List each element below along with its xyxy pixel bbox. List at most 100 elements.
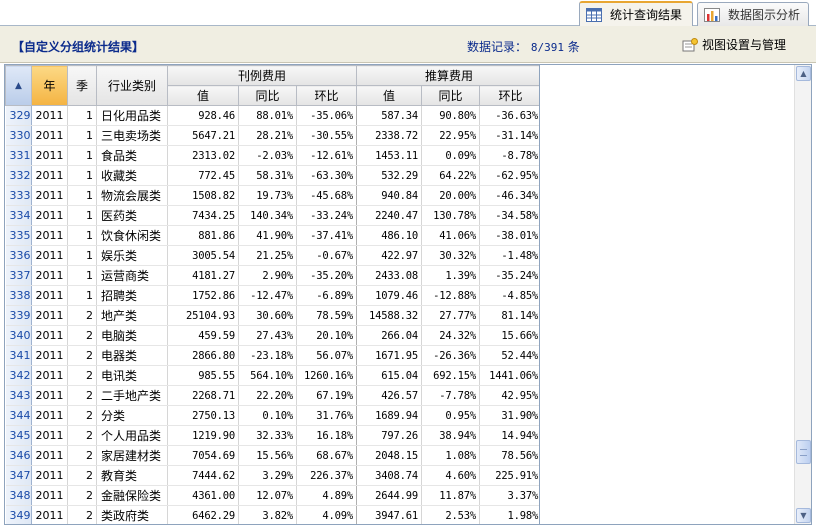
cell-listed-yoy: -12.47% — [238, 285, 297, 306]
row-number[interactable]: 341 — [5, 345, 32, 366]
cell-year: 2011 — [31, 125, 68, 146]
table-row[interactable]: 330 2011 1 三电卖场类 5647.21 28.21% -30.55% 2338.72… — [5, 125, 539, 146]
scroll-up-button[interactable]: ▲ — [796, 66, 811, 81]
cell-listed-mom: 4.89% — [296, 485, 358, 506]
vertical-scrollbar[interactable]: ▲ ▼ — [794, 65, 811, 524]
row-number[interactable]: 345 — [5, 425, 32, 446]
table-row[interactable]: 334 2011 1 医药类 7434.25 140.34% -33.24% 2240.47 1… — [5, 205, 539, 226]
row-number[interactable]: 338 — [5, 285, 32, 306]
result-header: 【自定义分组统计结果】 数据记录： 8/391 条 视图设置与管理 — [0, 26, 816, 63]
table-row[interactable]: 347 2011 2 教育类 7444.62 3.29% 226.37% 3408.74 4.6… — [5, 465, 539, 486]
table-row[interactable]: 331 2011 1 食品类 2313.02 -2.03% -12.61% 1453.11 0.… — [5, 145, 539, 166]
row-number[interactable]: 337 — [5, 265, 32, 286]
cell-category: 金融保险类 — [96, 485, 168, 506]
table-row[interactable]: 332 2011 1 收藏类 772.45 58.31% -63.30% 532.29 64.2… — [5, 165, 539, 186]
cell-estimated-yoy: 692.15% — [421, 365, 481, 386]
row-number[interactable]: 335 — [5, 225, 32, 246]
table-row[interactable]: 343 2011 2 二手地产类 2268.71 22.20% 67.19% 426.57 -7… — [5, 385, 539, 406]
cell-estimated-yoy: 0.09% — [421, 145, 481, 166]
cell-estimated-value: 587.34 — [356, 105, 423, 126]
tab-query-results[interactable]: 统计查询结果 — [579, 1, 693, 26]
column-header-yoy[interactable]: 同比 — [421, 85, 481, 106]
record-label: 数据记录： — [467, 40, 528, 54]
view-settings-button[interactable]: 视图设置与管理 — [682, 36, 786, 53]
column-header-value[interactable]: 值 — [356, 85, 423, 106]
column-header-category[interactable]: 行业类别 — [96, 65, 168, 106]
cell-year: 2011 — [31, 205, 68, 226]
row-number-header[interactable]: ▲ — [5, 65, 32, 106]
table-row[interactable]: 335 2011 1 饮食休闲类 881.86 41.90% -37.41% 486.10 41… — [5, 225, 539, 246]
row-number[interactable]: 347 — [5, 465, 32, 486]
table-row[interactable]: 342 2011 2 电讯类 985.55 564.10% 1260.16% 615.04 69… — [5, 365, 539, 386]
cell-estimated-value: 2644.99 — [356, 485, 423, 506]
cell-estimated-value: 266.04 — [356, 325, 423, 346]
row-number[interactable]: 334 — [5, 205, 32, 226]
column-header-yoy[interactable]: 同比 — [238, 85, 297, 106]
table-row[interactable]: 336 2011 1 娱乐类 3005.54 21.25% -0.67% 422.97 30.3… — [5, 245, 539, 266]
column-header-mom[interactable]: 环比 — [295, 85, 358, 106]
column-header-year[interactable]: 年 — [31, 65, 68, 106]
cell-quarter: 1 — [67, 165, 97, 186]
cell-listed-yoy: 15.56% — [238, 445, 297, 466]
row-number[interactable]: 348 — [5, 485, 32, 506]
cell-year: 2011 — [31, 105, 68, 126]
cell-listed-value: 7444.62 — [167, 465, 239, 486]
cell-category: 分类 — [96, 405, 168, 426]
row-number[interactable]: 336 — [5, 245, 32, 266]
scroll-down-button[interactable]: ▼ — [796, 508, 811, 523]
row-number[interactable]: 331 — [5, 145, 32, 166]
row-number[interactable]: 343 — [5, 385, 32, 406]
cell-listed-mom: -37.41% — [296, 225, 358, 246]
column-header-quarter[interactable]: 季 — [67, 65, 97, 106]
row-number[interactable]: 339 — [5, 305, 32, 326]
row-number[interactable]: 344 — [5, 405, 32, 426]
cell-category: 电讯类 — [96, 365, 168, 386]
row-number[interactable]: 342 — [5, 365, 32, 386]
row-number[interactable]: 332 — [5, 165, 32, 186]
table-row[interactable]: 348 2011 2 金融保险类 4361.00 12.07% 4.89% 2644.99 11… — [5, 485, 539, 506]
table-row[interactable]: 341 2011 2 电器类 2866.80 -23.18% 56.07% 1671.95 -2… — [5, 345, 539, 366]
table-row[interactable]: 337 2011 1 运营商类 4181.27 2.90% -35.20% 2433.08 1.… — [5, 265, 539, 286]
cell-listed-value: 1752.86 — [167, 285, 239, 306]
table-row[interactable]: 329 2011 1 日化用品类 928.46 88.01% -35.06% 587.34 90… — [5, 105, 539, 126]
cell-listed-yoy: 27.43% — [238, 325, 297, 346]
cell-listed-yoy: 0.10% — [238, 405, 297, 426]
cell-year: 2011 — [31, 405, 68, 426]
table-row[interactable]: 333 2011 1 物流会展类 1508.82 19.73% -45.68% 940.84 2… — [5, 185, 539, 206]
table-row[interactable]: 338 2011 1 招聘类 1752.86 -12.47% -6.89% 1079.46 -1… — [5, 285, 539, 306]
row-number[interactable]: 349 — [5, 505, 32, 524]
table-row[interactable]: 340 2011 2 电脑类 459.59 27.43% 20.10% 266.04 24.32… — [5, 325, 539, 346]
table-row[interactable]: 345 2011 2 个人用品类 1219.90 32.33% 16.18% 797.26 38… — [5, 425, 539, 446]
cell-estimated-value: 2433.08 — [356, 265, 423, 286]
row-number[interactable]: 333 — [5, 185, 32, 206]
cell-listed-yoy: 28.21% — [238, 125, 297, 146]
scrollbar-thumb[interactable] — [796, 440, 811, 464]
cell-year: 2011 — [31, 185, 68, 206]
row-number[interactable]: 340 — [5, 325, 32, 346]
cell-listed-yoy: 32.33% — [238, 425, 297, 446]
cell-listed-value: 25104.93 — [167, 305, 239, 326]
row-number[interactable]: 346 — [5, 445, 32, 466]
cell-estimated-yoy: 30.32% — [421, 245, 481, 266]
table-row[interactable]: 349 2011 2 类政府类 6462.29 3.82% 4.09% 3947.61 2.53… — [5, 505, 539, 524]
cell-quarter: 2 — [67, 505, 97, 524]
cell-category: 二手地产类 — [96, 385, 168, 406]
row-number[interactable]: 329 — [5, 105, 32, 126]
cell-estimated-yoy: 90.80% — [421, 105, 481, 126]
cell-listed-yoy: 3.82% — [238, 505, 297, 524]
cell-quarter: 2 — [67, 385, 97, 406]
column-header-value[interactable]: 值 — [167, 85, 239, 106]
column-header-mom[interactable]: 环比 — [479, 85, 539, 106]
cell-estimated-yoy: -12.88% — [421, 285, 481, 306]
table-row[interactable]: 344 2011 2 分类 2750.13 0.10% 31.76% 1689.94 0.95%… — [5, 405, 539, 426]
cell-listed-mom: 56.07% — [296, 345, 358, 366]
table-row[interactable]: 339 2011 2 地产类 25104.93 30.60% 78.59% 14588.32 2… — [5, 305, 539, 326]
row-number[interactable]: 330 — [5, 125, 32, 146]
cell-listed-yoy: 21.25% — [238, 245, 297, 266]
record-value: 8/391 — [530, 41, 564, 54]
cell-listed-mom: -12.61% — [296, 145, 358, 166]
table-row[interactable]: 346 2011 2 家居建材类 7054.69 15.56% 68.67% 2048.15 1… — [5, 445, 539, 466]
cell-category: 三电卖场类 — [96, 125, 168, 146]
tab-chart-analysis[interactable]: 数据图示分析 — [697, 2, 809, 26]
tab-strip: 统计查询结果 数据图示分析 — [0, 0, 816, 26]
